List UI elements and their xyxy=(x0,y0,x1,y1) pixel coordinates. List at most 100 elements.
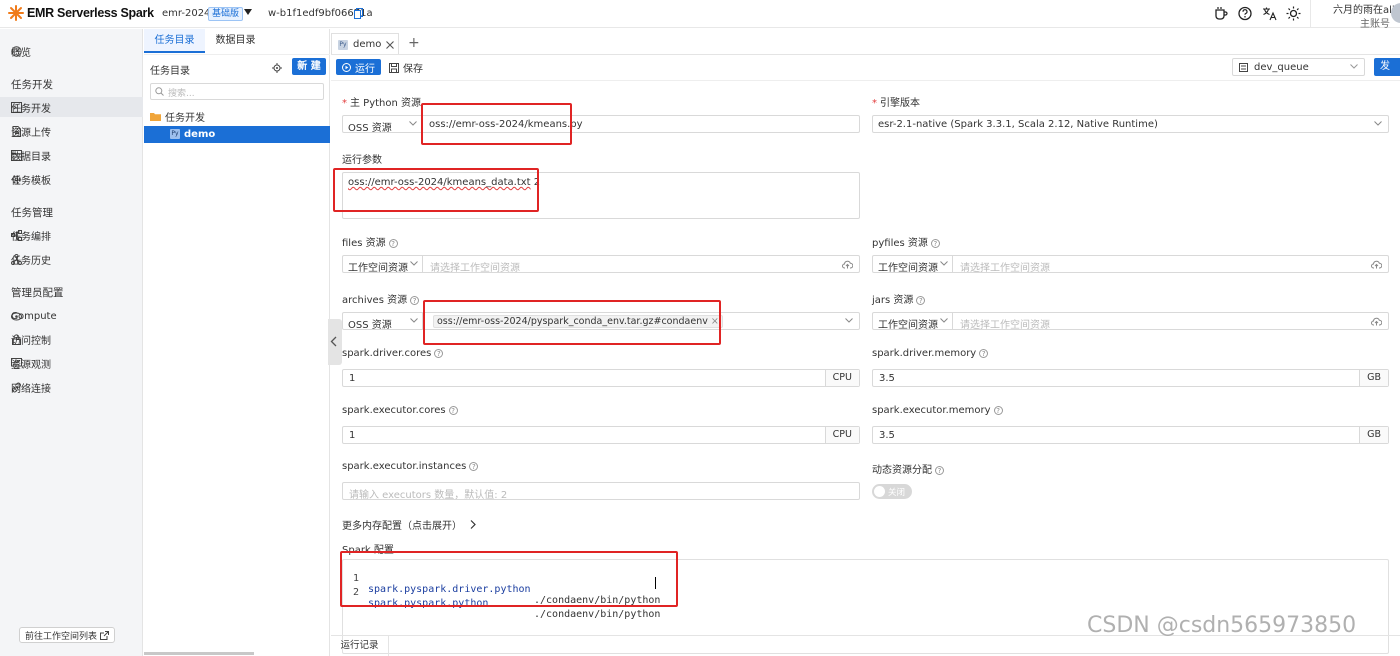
save-icon xyxy=(389,62,399,73)
main-resource-field[interactable]: OSS 资源 oss://emr-oss-2024/kmeans.py xyxy=(342,115,860,134)
driver-cores-label: spark.driver.cores? xyxy=(342,348,444,359)
translate-icon[interactable] xyxy=(1262,6,1277,21)
goto-workspace-list-button[interactable]: 前往工作空间列表 xyxy=(19,627,116,643)
nav-item-template[interactable]: 任务模板 xyxy=(0,169,143,189)
driver-cores-input[interactable]: 1 CPU xyxy=(342,369,860,387)
workspace-dropdown-icon[interactable] xyxy=(244,9,252,15)
pyfiles-placeholder: 请选择工作空间资源 xyxy=(960,263,1050,274)
chevron-down-icon xyxy=(845,318,853,323)
chevron-down-icon xyxy=(410,318,418,323)
top-bar: EMR Serverless Spark emr-2024 基础版 w-b1f1… xyxy=(0,0,1400,30)
chevron-down-icon xyxy=(940,261,948,266)
help-icon: ? xyxy=(993,406,1003,415)
files-field[interactable]: 工作空间资源 请选择工作空间资源 xyxy=(342,255,860,274)
nav-item-orchestrate[interactable]: 任务编排 xyxy=(0,225,143,245)
save-button[interactable]: 保存 xyxy=(389,60,423,75)
help-icon[interactable] xyxy=(1238,6,1252,21)
coffee-icon[interactable] xyxy=(1214,6,1228,21)
cloud-upload-icon[interactable] xyxy=(1371,317,1382,326)
chevron-down-icon xyxy=(1350,64,1358,69)
search-placeholder: 搜索... xyxy=(168,89,195,99)
tree-file-demo[interactable]: Py demo xyxy=(144,126,330,143)
cloud-upload-icon[interactable] xyxy=(1371,260,1382,269)
executor-instances-input[interactable]: 请输入 executors 数量，默认值: 2 xyxy=(342,482,860,501)
chevron-down-icon xyxy=(410,261,418,266)
tree-folder-task-dev[interactable]: 任务开发 xyxy=(150,109,205,124)
archives-type-select[interactable]: OSS 资源 xyxy=(343,313,423,331)
play-icon xyxy=(342,62,351,72)
nav-item-overview[interactable]: 概览 xyxy=(0,41,143,61)
search-icon xyxy=(155,87,164,96)
executor-cores-input[interactable]: 1 CPU xyxy=(342,426,860,444)
publish-button[interactable]: 发 xyxy=(1374,58,1400,76)
tab-data-catalog[interactable]: 数据目录 xyxy=(205,29,266,53)
nav-item-history[interactable]: 任务历史 xyxy=(0,249,143,269)
horizontal-scrollbar[interactable] xyxy=(144,652,254,655)
queue-value: dev_queue xyxy=(1254,62,1309,73)
file-tab-demo[interactable]: Py demo xyxy=(331,33,399,55)
emr-logo-icon xyxy=(8,5,24,21)
toggle-state: 关闭 xyxy=(888,488,906,498)
copy-icon[interactable] xyxy=(354,8,363,19)
jars-type-select[interactable]: 工作空间资源 xyxy=(873,313,953,331)
help-icon: ? xyxy=(916,296,926,305)
new-task-button[interactable]: 新 建 xyxy=(292,58,326,75)
driver-memory-input[interactable]: 3.5 GB xyxy=(872,369,1389,387)
nav-label: 资源上传 xyxy=(11,127,51,139)
executor-memory-input[interactable]: 3.5 GB xyxy=(872,426,1389,444)
editor-area: Py demo + 运行 保存 dev_queue 发 * 主 Python 资源… xyxy=(328,29,1400,656)
chevron-left-icon xyxy=(330,336,337,347)
workspace-name[interactable]: emr-2024 xyxy=(162,8,210,19)
logo-text: EMR Serverless Spark xyxy=(27,6,154,20)
locate-icon[interactable] xyxy=(272,63,282,73)
tree-folder-label: 任务开发 xyxy=(165,113,205,124)
nav-label: 任务模板 xyxy=(11,175,51,187)
publish-label: 发 xyxy=(1380,61,1390,72)
nav-item-observe[interactable]: 资源观测 xyxy=(0,353,143,373)
help-icon: ? xyxy=(935,466,944,475)
engine-label: * 引擎版本 xyxy=(872,98,920,109)
nav-item-task-dev[interactable]: 任务开发 xyxy=(0,97,143,117)
help-icon: ? xyxy=(434,349,444,358)
help-icon: ? xyxy=(469,462,479,471)
tree-title: 任务目录 xyxy=(150,66,190,77)
file-tab-label: demo xyxy=(353,39,382,50)
theme-sun-icon[interactable] xyxy=(1286,6,1301,21)
cloud-upload-icon[interactable] xyxy=(842,260,853,269)
avatar[interactable] xyxy=(1391,3,1400,23)
main-resource-type-select[interactable]: OSS 资源 xyxy=(343,116,422,134)
driver-memory-label: spark.driver.memory? xyxy=(872,348,989,359)
nav-item-compute[interactable]: Compute xyxy=(0,306,143,326)
more-memory-config-toggle[interactable]: 更多内存配置（点击展开） xyxy=(342,517,476,532)
driver-memory-value: 3.5 xyxy=(879,373,895,384)
tree-search-input[interactable]: 搜索... xyxy=(150,83,324,100)
driver-cores-unit: CPU xyxy=(824,370,859,386)
engine-select[interactable]: esr-2.1-native (Spark 3.3.1, Scala 2.12,… xyxy=(872,115,1389,133)
external-link-icon xyxy=(100,630,110,640)
nav-item-catalog[interactable]: 数据目录 xyxy=(0,145,143,165)
executor-instances-label: spark.executor.instances? xyxy=(342,461,479,472)
add-tab-icon[interactable]: + xyxy=(408,35,420,51)
help-icon: ? xyxy=(979,349,989,358)
logo[interactable]: EMR Serverless Spark xyxy=(8,5,154,21)
close-icon[interactable] xyxy=(386,40,395,49)
tab-run-history[interactable]: 运行记录 xyxy=(331,636,389,656)
nav-item-upload[interactable]: 资源上传 xyxy=(0,121,143,141)
user-name[interactable]: 六月的雨在ali xyxy=(1333,1,1395,16)
python-file-icon: Py xyxy=(338,39,348,50)
pyfiles-type-select[interactable]: 工作空间资源 xyxy=(873,256,953,274)
tab-divider xyxy=(144,54,330,55)
run-button[interactable]: 运行 xyxy=(336,59,381,75)
queue-select[interactable]: dev_queue xyxy=(1232,58,1365,76)
nav-item-access[interactable]: 访问控制 xyxy=(0,329,143,349)
tree-file-label: demo xyxy=(184,129,216,140)
dynamic-alloc-toggle[interactable]: 关闭 xyxy=(872,484,912,499)
files-type-select[interactable]: 工作空间资源 xyxy=(343,256,423,274)
jars-field[interactable]: 工作空间资源 请选择工作空间资源 xyxy=(872,312,1389,331)
user-role: 主账号 xyxy=(1360,19,1390,30)
tab-bar-divider xyxy=(331,54,1400,55)
tab-task-catalog[interactable]: 任务目录 xyxy=(144,29,205,53)
nav-item-network[interactable]: 网络连接 xyxy=(0,377,143,397)
pyfiles-field[interactable]: 工作空间资源 请选择工作空间资源 xyxy=(872,255,1389,274)
panel-collapse-handle[interactable] xyxy=(328,319,342,365)
